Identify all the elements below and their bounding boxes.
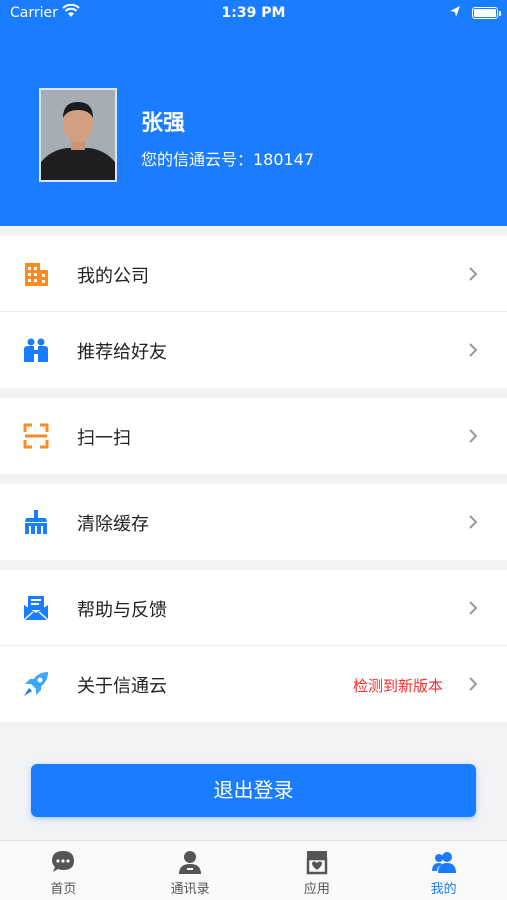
tab-home[interactable]: 首页 — [0, 841, 127, 900]
menu-group-2: 扫一扫 — [0, 398, 507, 474]
status-time: 1:39 PM — [221, 5, 286, 21]
tab-label: 我的 — [430, 882, 457, 897]
avatar-photo — [41, 90, 115, 180]
mail-icon — [23, 596, 49, 621]
tab-label: 应用 — [303, 882, 330, 897]
chevron-right-icon — [469, 429, 478, 443]
chevron-right-icon — [469, 343, 478, 357]
new-version-badge: 检测到新版本 — [352, 677, 443, 695]
user-name: 张强 — [141, 111, 186, 136]
broom-icon — [25, 510, 47, 534]
user-icon — [431, 852, 456, 873]
location-icon — [450, 6, 460, 17]
chevron-right-icon — [469, 267, 478, 281]
menu-item-help[interactable]: 帮助与反馈 — [0, 570, 507, 646]
menu-item-label: 扫一扫 — [77, 428, 131, 449]
tab-mine[interactable]: 我的 — [380, 841, 507, 900]
menu-group-1: 我的公司 推荐给好友 — [0, 236, 507, 388]
tab-bar: 首页 通讯录 应用 我的 — [0, 840, 507, 900]
tab-apps[interactable]: 应用 — [254, 841, 381, 900]
chat-icon — [52, 851, 75, 872]
battery-icon — [472, 7, 501, 19]
menu-item-label: 清除缓存 — [77, 514, 149, 535]
tab-label: 首页 — [50, 882, 77, 897]
rocket-icon — [24, 672, 48, 696]
store-icon — [306, 851, 328, 875]
menu-item-label: 推荐给好友 — [77, 342, 167, 363]
chevron-right-icon — [469, 677, 478, 691]
contact-icon — [179, 851, 202, 874]
user-id: 您的信通云号：180147 — [141, 150, 315, 169]
status-bar: Carrier 1:39 PM — [0, 0, 507, 28]
menu-item-recommend[interactable]: 推荐给好友 — [0, 312, 507, 388]
tab-label: 通讯录 — [170, 882, 210, 897]
menu-item-label: 帮助与反馈 — [77, 600, 167, 621]
chevron-right-icon — [469, 515, 478, 529]
building-icon — [25, 263, 48, 286]
menu-item-clear-cache[interactable]: 清除缓存 — [0, 484, 507, 560]
menu-item-label: 关于信通云 — [77, 676, 167, 697]
menu-group-4: 帮助与反馈 关于信通云 检测到新版本 — [0, 570, 507, 722]
tab-contacts[interactable]: 通讯录 — [127, 841, 254, 900]
menu-item-about[interactable]: 关于信通云 检测到新版本 — [0, 646, 507, 722]
menu-item-company[interactable]: 我的公司 — [0, 236, 507, 312]
menu-item-label: 我的公司 — [77, 266, 149, 287]
scan-icon — [23, 423, 49, 449]
profile-header: Carrier 1:39 PM 张强 您的信通云号：180147 — [0, 0, 507, 226]
friends-icon — [24, 338, 48, 362]
logout-button[interactable]: 退出登录 — [31, 764, 476, 817]
avatar[interactable] — [39, 88, 117, 182]
chevron-right-icon — [469, 601, 478, 615]
menu-item-scan[interactable]: 扫一扫 — [0, 398, 507, 474]
menu-group-3: 清除缓存 — [0, 484, 507, 560]
